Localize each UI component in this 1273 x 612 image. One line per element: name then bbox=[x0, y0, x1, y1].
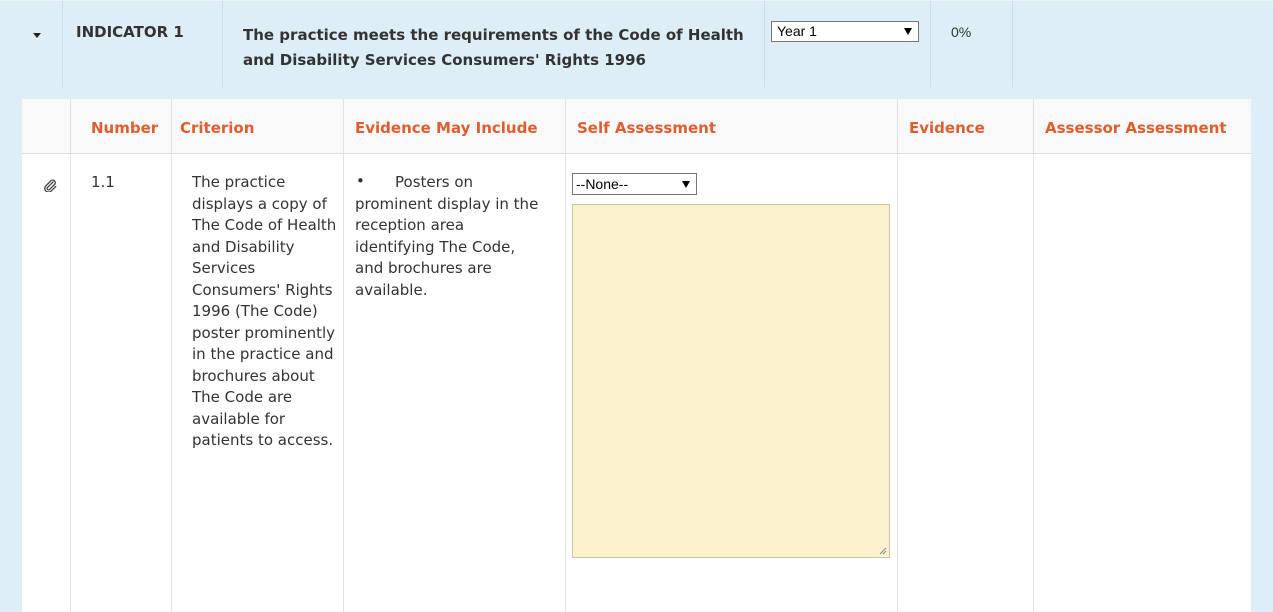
indicator-label: INDICATOR 1 bbox=[76, 23, 184, 41]
year-select-value: Year 1 bbox=[777, 23, 817, 39]
indicator-title: The practice meets the requirements of t… bbox=[243, 26, 744, 69]
header-divider bbox=[62, 1, 63, 87]
evidence-may-include-text: Posters on prominent display in the rece… bbox=[355, 173, 539, 299]
header-divider bbox=[1012, 1, 1013, 87]
self-assessment-select[interactable]: --None-- bbox=[572, 173, 697, 195]
column-header-evidence-may-include: Evidence May Include bbox=[355, 119, 538, 137]
resize-grip-icon[interactable] bbox=[879, 547, 887, 555]
header-divider bbox=[764, 1, 765, 87]
column-divider bbox=[171, 99, 172, 612]
column-header-number: Number bbox=[91, 119, 159, 137]
dropdown-arrow-icon bbox=[682, 181, 690, 188]
column-divider bbox=[565, 99, 566, 612]
column-divider bbox=[343, 99, 344, 612]
caret-down-icon bbox=[33, 33, 41, 38]
paperclip-icon[interactable] bbox=[43, 178, 57, 192]
indicator-panel: INDICATOR 1 The practice meets the requi… bbox=[0, 0, 1273, 612]
column-header-self-assessment: Self Assessment bbox=[577, 119, 717, 137]
criteria-table: Number Criterion Evidence May Include Se… bbox=[22, 99, 1251, 612]
self-assessment-textarea[interactable] bbox=[572, 204, 890, 558]
column-header-criterion: Criterion bbox=[180, 119, 255, 137]
column-divider bbox=[70, 99, 71, 612]
self-assessment-select-value: --None-- bbox=[576, 176, 629, 192]
year-select[interactable]: Year 1 bbox=[771, 21, 919, 42]
column-header-assessor-assessment: Assessor Assessment bbox=[1045, 119, 1227, 137]
collapse-toggle[interactable] bbox=[0, 1, 62, 87]
column-divider bbox=[897, 99, 898, 612]
header-divider bbox=[222, 1, 223, 87]
column-header-evidence: Evidence bbox=[909, 119, 985, 137]
dropdown-arrow-icon bbox=[904, 28, 912, 35]
column-divider bbox=[1033, 99, 1034, 612]
criterion-number: 1.1 bbox=[91, 173, 115, 191]
indicator-percent: 0% bbox=[951, 24, 972, 40]
criterion-text: The practice displays a copy of The Code… bbox=[192, 173, 337, 449]
header-divider bbox=[930, 1, 931, 87]
